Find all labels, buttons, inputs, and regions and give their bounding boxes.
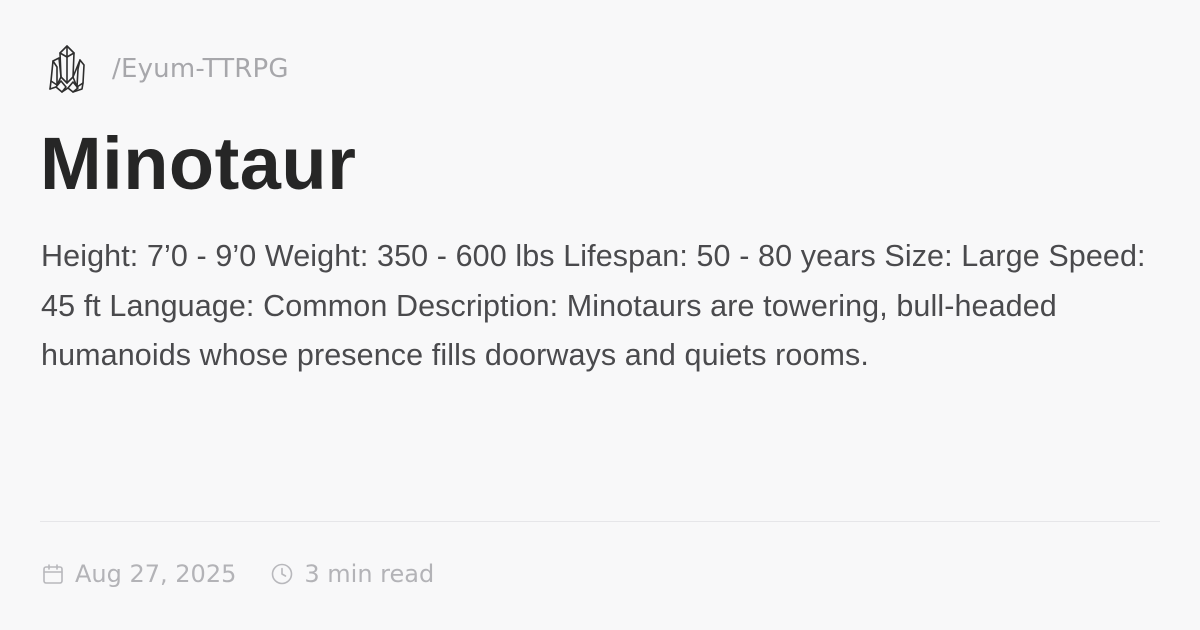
- post-title: Minotaur: [40, 122, 357, 205]
- post-description: Height: 7’0 - 9’0 Weight: 350 - 600 lbs …: [41, 239, 1146, 372]
- og-card: /Eyum-TTRPG Minotaur Height: 7’0 - 9’0 W…: [0, 0, 1200, 630]
- publish-date-text: Aug 27, 2025: [75, 560, 237, 588]
- divider: [40, 521, 1160, 522]
- calendar-icon: [41, 562, 65, 586]
- clock-icon: [270, 562, 294, 586]
- post-meta: Aug 27, 2025 3 min read: [41, 558, 434, 590]
- site-path[interactable]: /Eyum-TTRPG: [112, 54, 289, 84]
- read-time-text: 3 min read: [304, 560, 435, 588]
- site-header: /Eyum-TTRPG: [44, 42, 289, 96]
- crystal-cluster-icon: [44, 42, 90, 96]
- publish-date: Aug 27, 2025: [41, 560, 236, 588]
- read-time: 3 min read: [270, 560, 434, 588]
